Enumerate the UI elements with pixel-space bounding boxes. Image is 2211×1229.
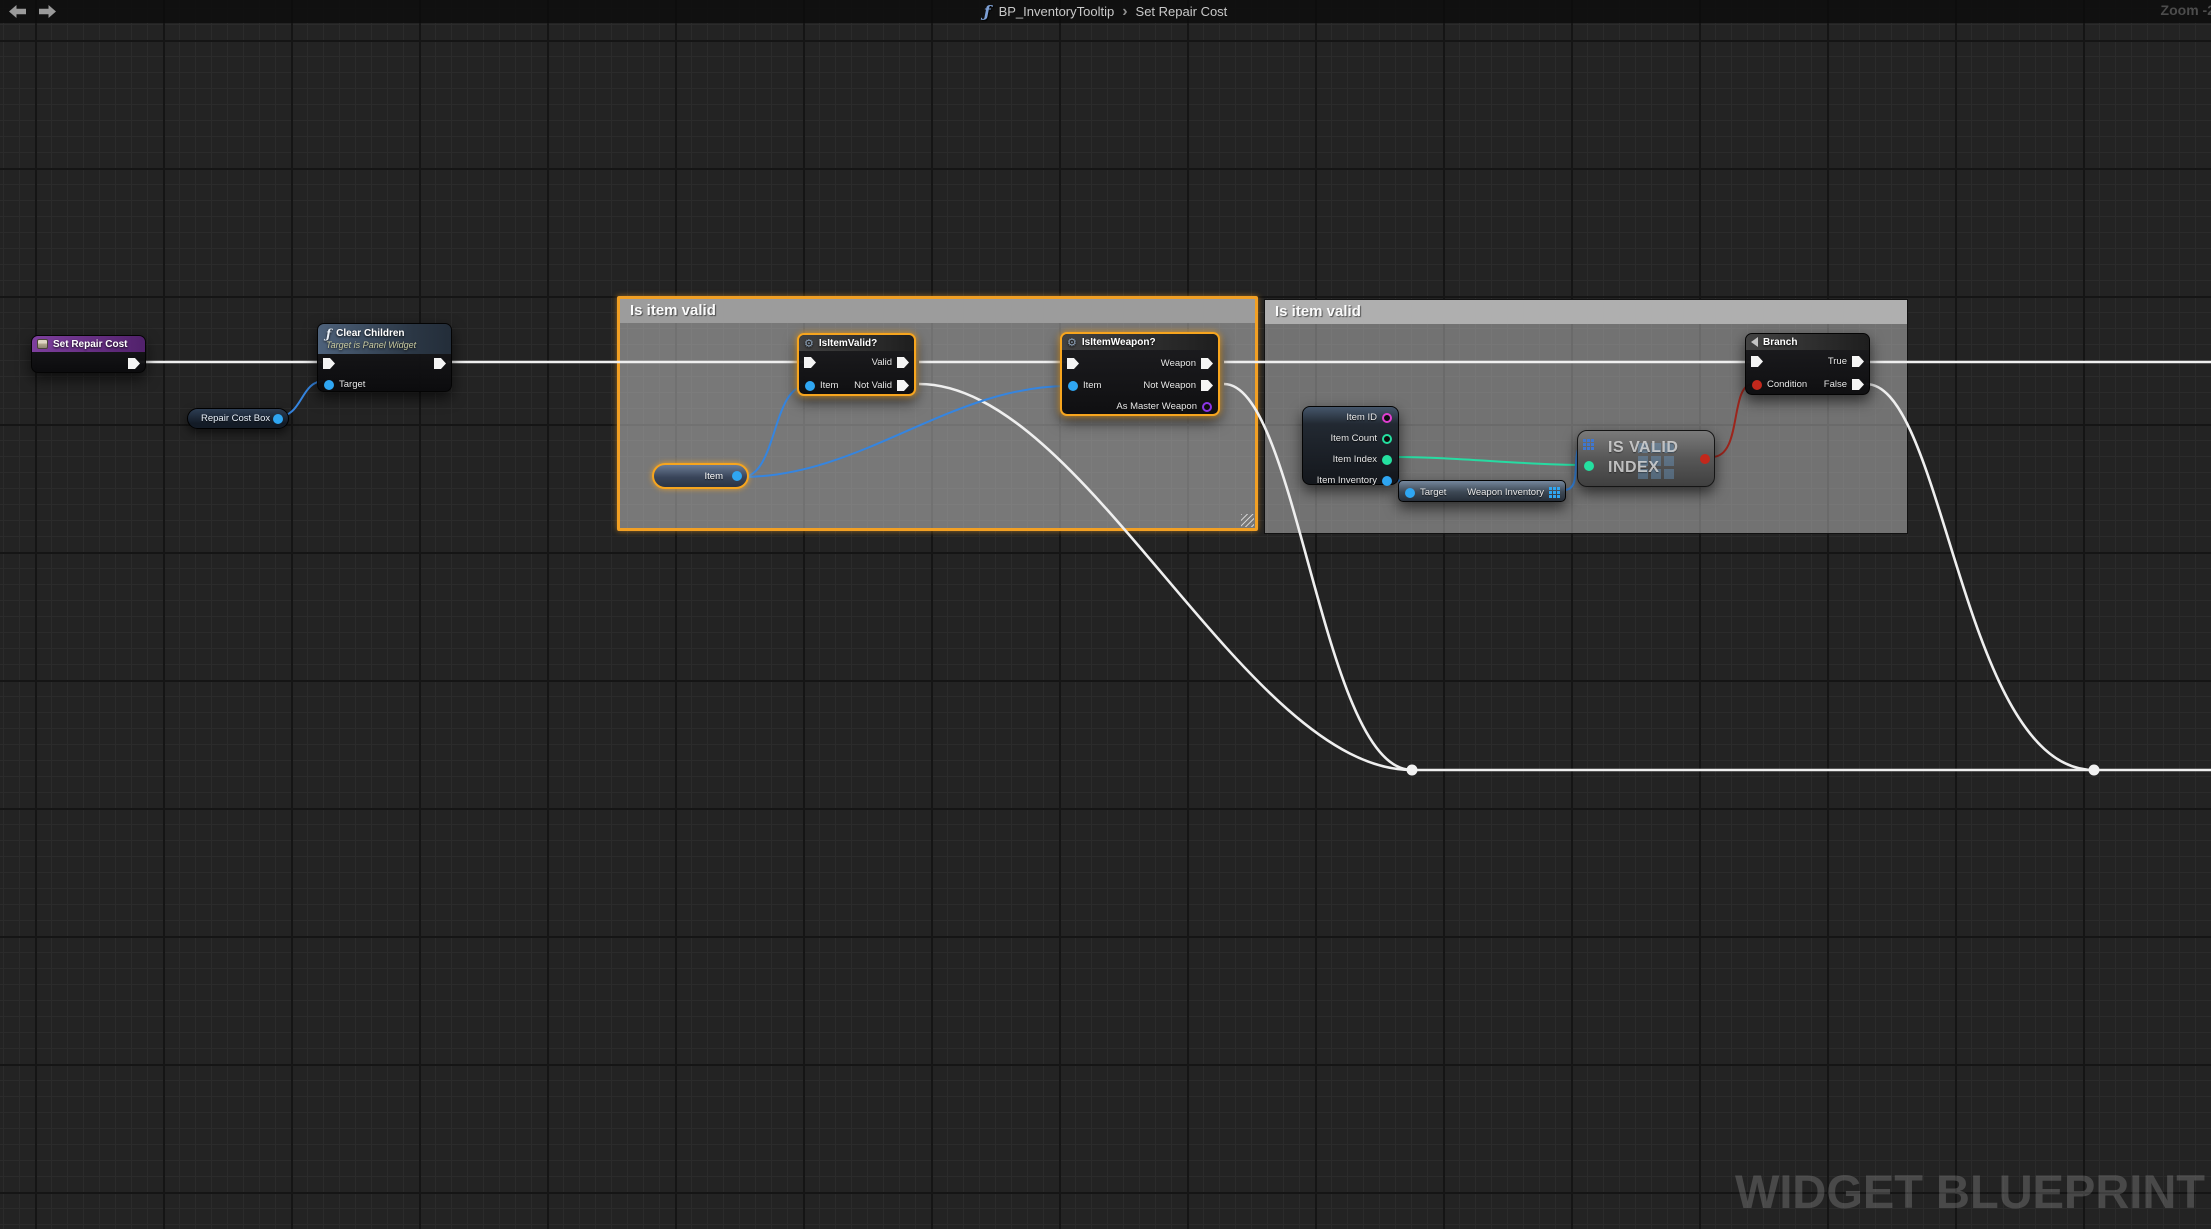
node-title: Set Repair Cost	[53, 338, 128, 350]
node-title: Branch	[1763, 336, 1798, 348]
pin-label: True	[1827, 356, 1847, 367]
breadcrumb-root[interactable]: BP_InventoryTooltip	[999, 4, 1115, 19]
exec-in-pin[interactable]	[1067, 358, 1079, 369]
output-pin[interactable]	[732, 471, 742, 481]
exec-in-pin[interactable]	[323, 358, 335, 369]
node-branch[interactable]: Branch True Condition False	[1745, 333, 1870, 395]
pin-label: Item	[820, 380, 839, 391]
node-title: Clear Children	[336, 327, 405, 339]
pin-label: As Master Weapon	[1116, 401, 1197, 412]
pin-label: Not Weapon	[1143, 380, 1196, 391]
node-header[interactable]: ⚙ IsItemValid?	[799, 335, 914, 351]
weapon-exec-out-pin[interactable]: Weapon	[1161, 358, 1213, 369]
node-header[interactable]: ⚙ IsItemWeapon?	[1062, 334, 1218, 350]
node-get-weapon-inventory[interactable]: Target Weapon Inventory	[1398, 480, 1566, 502]
wire-data-item-isitemweapon[interactable]	[741, 385, 1069, 478]
target-input-pin[interactable]: Target	[324, 379, 365, 390]
wire-data-itemindex-isvalidindex[interactable]	[1393, 456, 1586, 466]
breadcrumb-current[interactable]: Set Repair Cost	[1136, 4, 1228, 19]
node-header[interactable]: Branch	[1746, 334, 1869, 350]
pin-label: Weapon Inventory	[1467, 487, 1544, 498]
pin-label: Weapon	[1160, 358, 1196, 369]
item-id-out-pin[interactable]: Item ID	[1346, 412, 1392, 423]
node-header[interactable]: Set Repair Cost	[32, 336, 145, 352]
item-inventory-out-pin[interactable]: Item Inventory	[1317, 475, 1392, 486]
blueprint-graph-canvas[interactable]: WIDGET BLUEPRINT Is item valid Is item v…	[0, 0, 2211, 1229]
pin-label: Item Index	[1332, 454, 1377, 465]
node-is-item-valid[interactable]: ⚙ IsItemValid? Valid Item Not Valid	[797, 333, 916, 396]
item-input-pin[interactable]: Item	[1068, 380, 1101, 391]
pin-label: Valid	[871, 357, 892, 368]
set-function-icon	[37, 339, 48, 349]
function-icon: ƒ	[983, 2, 991, 21]
as-master-weapon-out-pin[interactable]: As Master Weapon	[1116, 401, 1212, 412]
valid-exec-out-pin[interactable]: Valid	[872, 357, 909, 368]
wire-data-item-isitemvalid[interactable]	[741, 385, 807, 478]
back-button[interactable]	[9, 5, 26, 18]
weapon-inventory-out-pin[interactable]: Weapon Inventory	[1467, 487, 1560, 498]
exec-out-pin[interactable]	[128, 358, 140, 369]
wire-data-isvalidindex-condition[interactable]	[1711, 383, 1754, 458]
exec-out-pin[interactable]	[434, 358, 446, 369]
gear-icon: ⚙	[1067, 335, 1077, 349]
pin-label: Item	[1083, 380, 1102, 391]
forward-button[interactable]	[39, 5, 56, 19]
branch-icon	[1751, 337, 1758, 347]
node-break-item-struct[interactable]: Item ID Item Count Item Index Item Inven…	[1302, 406, 1399, 486]
condition-input-pin[interactable]: Condition	[1752, 379, 1807, 390]
item-count-out-pin[interactable]: Item Count	[1331, 433, 1392, 444]
pin-label: Item Inventory	[1316, 475, 1377, 486]
breadcrumb-bar: ƒ BP_InventoryTooltip › Set Repair Cost …	[0, 0, 2211, 23]
target-input-pin[interactable]: Target	[1405, 487, 1446, 498]
pin-label: Item Count	[1330, 433, 1377, 444]
item-index-out-pin[interactable]: Item Index	[1333, 454, 1392, 465]
not-valid-exec-out-pin[interactable]: Not Valid	[854, 380, 909, 391]
node-title: IsItemValid?	[818, 337, 878, 349]
true-exec-out-pin[interactable]: True	[1828, 356, 1864, 367]
pin-label: Condition	[1767, 379, 1808, 390]
pin-label: Target	[1420, 487, 1447, 498]
node-is-item-weapon[interactable]: ⚙ IsItemWeapon? Weapon Item Not Weapon A…	[1060, 332, 1220, 416]
exec-in-pin[interactable]	[804, 357, 816, 368]
reroute-node-2[interactable]	[2088, 764, 2100, 776]
node-clear-children[interactable]: ƒ Clear Children Target is Panel Widget …	[317, 323, 452, 392]
node-is-valid-index[interactable]: IS VALID INDEX	[1577, 430, 1715, 487]
zoom-level-indicator: Zoom -2	[2160, 2, 2211, 18]
function-icon: ƒ	[326, 326, 332, 341]
variable-node-repair-cost-box[interactable]: Repair Cost Box	[187, 408, 289, 429]
array-input-pin[interactable]	[1583, 439, 1594, 450]
node-title: IsItemWeapon?	[1081, 336, 1156, 348]
bool-output-pin[interactable]	[1700, 454, 1710, 464]
reroute-node-1[interactable]	[1406, 764, 1418, 776]
pin-label: Target	[339, 379, 366, 390]
pin-label: Not Valid	[854, 380, 892, 391]
not-weapon-exec-out-pin[interactable]: Not Weapon	[1143, 380, 1213, 391]
node-header[interactable]: ƒ Clear Children Target is Panel Widget	[318, 324, 451, 354]
node-title: IS VALID INDEX	[1608, 439, 1679, 476]
wire-layer	[137, 360, 2211, 776]
false-exec-out-pin[interactable]: False	[1824, 379, 1864, 390]
variable-label: Repair Cost Box	[201, 413, 271, 424]
variable-label: Item	[704, 470, 723, 482]
exec-in-pin[interactable]	[1751, 356, 1763, 367]
pin-label: Item ID	[1346, 412, 1377, 423]
wire-exec-branch-false-reroute[interactable]	[1865, 382, 2095, 772]
output-pin[interactable]	[273, 413, 283, 424]
breadcrumb: ƒ BP_InventoryTooltip › Set Repair Cost	[0, 0, 2211, 23]
gear-icon: ⚙	[804, 336, 814, 350]
node-subtitle: Target is Panel Widget	[326, 339, 417, 350]
item-input-pin[interactable]: Item	[805, 380, 838, 391]
node-set-repair-cost[interactable]: Set Repair Cost	[31, 335, 146, 373]
array-pin-icon	[1549, 487, 1560, 498]
variable-node-item[interactable]: Item	[652, 463, 749, 489]
index-input-pin[interactable]	[1584, 461, 1594, 471]
chevron-right-icon: ›	[1122, 2, 1128, 20]
pin-label: False	[1823, 379, 1847, 390]
